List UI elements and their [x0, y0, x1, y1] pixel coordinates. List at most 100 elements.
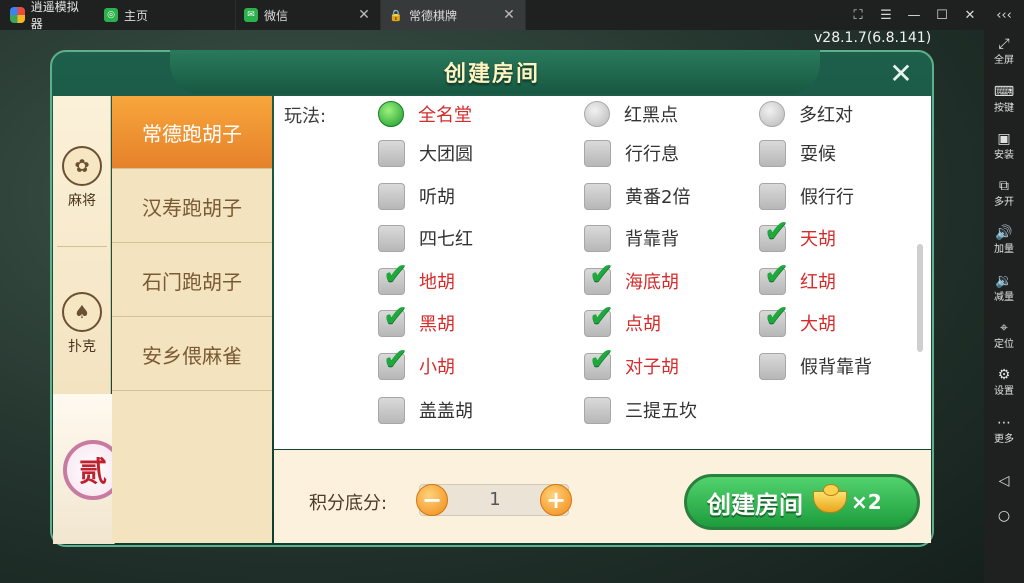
option-label: 地胡	[419, 272, 455, 293]
checkmark-icon	[584, 342, 614, 380]
sidebar-keyboard-label: 按键	[994, 103, 1014, 114]
checkbox-icon	[584, 224, 611, 252]
sidebar-multi[interactable]: ⧉ 多开	[984, 178, 1024, 209]
settings-icon: ⚙	[997, 367, 1011, 383]
category-mahjong[interactable]: ✿ 麻将	[53, 146, 111, 210]
mahjong-emblem-icon: ✿	[62, 146, 102, 186]
sidebar-install[interactable]: ▣ 安装	[984, 131, 1024, 162]
checkbox-icon	[584, 396, 611, 424]
category-divider	[57, 246, 107, 247]
sidebar-settings[interactable]: ⚙ 设置	[984, 367, 1024, 398]
game-item-shimen[interactable]: 石门跑胡子	[112, 244, 272, 317]
home-icon: ○	[997, 508, 1011, 524]
checkmark-icon	[378, 257, 408, 295]
option-beikaobei[interactable]: 背靠背	[584, 223, 679, 253]
checkbox-icon	[378, 396, 405, 424]
option-label: 大团圆	[419, 144, 473, 165]
option-tinghu[interactable]: 听胡	[378, 181, 455, 211]
category-poker[interactable]: ♠ 扑克	[53, 292, 111, 356]
tab-wechat-close-icon[interactable]: ✕	[356, 7, 372, 23]
checkbox-icon	[584, 139, 611, 167]
minus-icon[interactable]: −	[416, 484, 448, 516]
sidebar-fullscreen[interactable]: ⤢ 全屏	[984, 36, 1024, 67]
play-mode-quanmingtang[interactable]: 全名堂	[378, 99, 472, 129]
play-mode-label: 红黑点	[624, 105, 678, 126]
collapse-sidebar-icon[interactable]: ‹‹‹	[984, 8, 1024, 23]
close-window-icon[interactable]: ✕	[956, 8, 984, 23]
radio-unselected-icon	[584, 101, 610, 127]
minimize-icon[interactable]: —	[900, 8, 928, 23]
sidebar-volume-down[interactable]: 🔉 减量	[984, 273, 1024, 304]
sidebar-location[interactable]: ⌖ 定位	[984, 320, 1024, 351]
lock-icon: 🔒	[389, 8, 403, 22]
option-shuahou[interactable]: 耍候	[759, 138, 836, 168]
tab-changde-qipai[interactable]: 🔒 常德棋牌 ✕	[381, 0, 526, 30]
window-controls: ⛶ ☰ — ☐ ✕ ‹‹‹	[844, 0, 1024, 30]
option-label: 黑胡	[419, 314, 455, 335]
option-dahu[interactable]: 大胡	[759, 299, 836, 338]
sidebar-location-label: 定位	[994, 339, 1014, 350]
option-label: 点胡	[625, 314, 661, 335]
checkbox-icon	[378, 224, 405, 252]
emulator-logo-icon	[10, 7, 25, 23]
option-siqihong[interactable]: 四七红	[378, 223, 473, 253]
option-haidihu[interactable]: 海底胡	[584, 257, 679, 296]
option-xiaohu[interactable]: 小胡	[378, 342, 455, 381]
volume-down-icon: 🔉	[995, 273, 1013, 289]
game-item-anxiang[interactable]: 安乡偎麻雀	[112, 318, 272, 391]
tab-changde-label: 常德棋牌	[409, 8, 458, 23]
option-label: 背靠背	[625, 229, 679, 250]
play-mode-label: 多红对	[799, 105, 853, 126]
rules-panel: 玩法: 全名堂 红黑点 多红对 大团圆 行行息 耍候 听胡 黄番2倍 假行行 四…	[274, 96, 931, 449]
wechat-icon: ✉	[244, 8, 258, 22]
fullscreen-icon: ⤢	[998, 36, 1010, 52]
tab-home[interactable]: ◎ 主页	[96, 0, 236, 30]
option-gaigaihu[interactable]: 盖盖胡	[378, 395, 473, 425]
dialog-close-icon[interactable]: ✕	[885, 58, 917, 90]
sidebar-keyboard[interactable]: ⌨ 按键	[984, 84, 1024, 115]
sidebar-multi-label: 多开	[994, 197, 1014, 208]
game-item-hanshou[interactable]: 汉寿跑胡子	[112, 170, 272, 243]
option-tianhu[interactable]: 天胡	[759, 214, 836, 253]
plus-icon[interactable]: +	[540, 484, 572, 516]
option-jiahanghang[interactable]: 假行行	[759, 181, 854, 211]
option-label: 耍候	[800, 144, 836, 165]
option-jiabeikaobei[interactable]: 假背靠背	[759, 351, 872, 381]
option-dianhu[interactable]: 点胡	[584, 299, 661, 338]
radio-unselected-icon	[759, 101, 785, 127]
option-label: 黄番2倍	[625, 187, 691, 208]
back-icon: ◁	[998, 473, 1010, 489]
option-hanghangxi[interactable]: 行行息	[584, 138, 679, 168]
option-dihu[interactable]: 地胡	[378, 257, 455, 296]
checkbox-icon	[378, 182, 405, 210]
play-mode-label: 全名堂	[418, 105, 472, 126]
play-mode-duohongdui[interactable]: 多红对	[759, 99, 853, 129]
create-room-button[interactable]: 创建房间 ×2	[684, 474, 920, 530]
rules-scrollbar[interactable]	[917, 244, 923, 352]
option-huangfan[interactable]: 黄番2倍	[584, 181, 690, 211]
option-label: 三提五坎	[625, 401, 697, 422]
tab-wechat[interactable]: ✉ 微信 ✕	[236, 0, 381, 30]
sidebar-home[interactable]: ○	[984, 508, 1024, 524]
maximize-icon[interactable]: ☐	[928, 8, 956, 23]
option-datuanyuan[interactable]: 大团圆	[378, 138, 473, 168]
sidebar-more[interactable]: ⋯ 更多	[984, 415, 1024, 446]
checkbox-icon	[759, 352, 786, 380]
option-label: 对子胡	[625, 357, 679, 378]
option-santiwukan[interactable]: 三提五坎	[584, 395, 697, 425]
resize-icon[interactable]: ⛶	[844, 8, 872, 23]
option-heihu[interactable]: 黑胡	[378, 299, 455, 338]
room-cost: ×2	[851, 490, 882, 514]
apk-icon: ▣	[997, 131, 1011, 147]
menu-icon[interactable]: ☰	[872, 8, 900, 23]
play-mode-hongheidian[interactable]: 红黑点	[584, 99, 678, 129]
option-label: 小胡	[419, 357, 455, 378]
game-item-changde[interactable]: 常德跑胡子	[112, 96, 272, 169]
option-honghu[interactable]: 红胡	[759, 257, 836, 296]
option-duizihu[interactable]: 对子胡	[584, 342, 679, 381]
home-app-icon: ◎	[104, 8, 118, 22]
app-logo[interactable]: 逍遥模拟器	[0, 0, 96, 31]
sidebar-back[interactable]: ◁	[984, 473, 1024, 489]
tab-changde-close-icon[interactable]: ✕	[501, 7, 517, 23]
sidebar-volume-up[interactable]: 🔊 加量	[984, 225, 1024, 256]
